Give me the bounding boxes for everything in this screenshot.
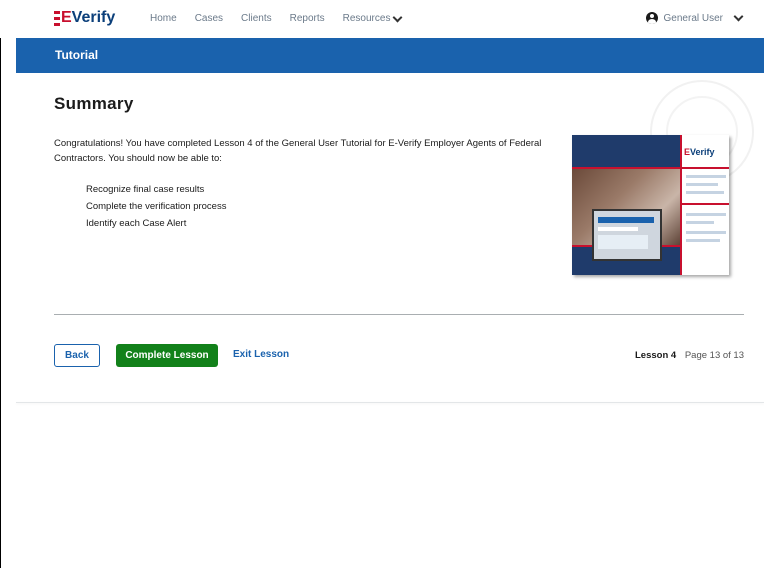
nav-home[interactable]: Home	[150, 13, 177, 24]
nav-clients[interactable]: Clients	[241, 13, 272, 24]
back-button[interactable]: Back	[54, 344, 100, 367]
chevron-down-icon	[733, 11, 744, 22]
thumbnail-logo: EVerify	[684, 147, 715, 157]
top-navigation: E Verify Home Cases Clients Reports Reso…	[0, 0, 764, 38]
frame-border-left	[0, 0, 1, 568]
page-counter: Page 13 of 13	[684, 350, 744, 361]
lesson-number: Lesson 4	[635, 350, 677, 361]
user-menu[interactable]: General User	[645, 11, 744, 24]
user-icon	[645, 12, 658, 24]
logo-verify: Verify	[71, 9, 116, 26]
nav-reports[interactable]: Reports	[290, 13, 325, 24]
complete-lesson-button[interactable]: Complete Lesson	[116, 344, 218, 367]
content-divider	[54, 314, 744, 315]
nav-resources-label: Resources	[342, 13, 391, 24]
objective-item: Complete the verification process	[86, 201, 227, 212]
tutorial-banner: Tutorial	[16, 38, 764, 73]
nav-links: Home Cases Clients Reports Resources	[150, 12, 403, 24]
monitor-illustration	[592, 209, 662, 261]
lesson-progress: Lesson 4 Page 13 of 13	[635, 350, 744, 361]
lesson-thumbnail-image: EVerify	[572, 135, 729, 275]
intro-text: Congratulations! You have completed Less…	[54, 138, 542, 164]
flag-icon	[54, 10, 60, 26]
logo-e: E	[61, 9, 72, 26]
footer-divider	[16, 402, 764, 403]
objective-item: Recognize final case results	[86, 184, 205, 195]
objective-item: Identify each Case Alert	[86, 218, 187, 229]
exit-lesson-link[interactable]: Exit Lesson	[233, 349, 289, 360]
nav-resources[interactable]: Resources	[342, 12, 403, 24]
everify-logo[interactable]: E Verify	[54, 8, 115, 28]
user-name: General User	[663, 12, 723, 24]
page-title: Summary	[54, 94, 134, 113]
banner-title: Tutorial	[55, 48, 99, 62]
computer-photo	[572, 167, 682, 261]
chevron-down-icon	[393, 12, 403, 22]
nav-cases[interactable]: Cases	[195, 13, 223, 24]
objectives-list: Recognize final case results Complete th…	[86, 181, 226, 232]
